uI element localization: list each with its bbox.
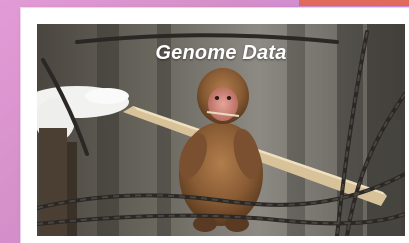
accent-tab: [299, 0, 409, 6]
monkey-photo: Genome Data: [37, 24, 405, 236]
image-card[interactable]: Genome Data: [21, 8, 409, 243]
card-title: Genome Data: [155, 42, 287, 64]
